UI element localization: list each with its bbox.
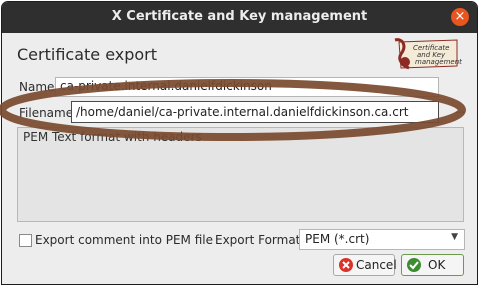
filename-label: Filename [19, 106, 74, 120]
dialog-window: X Certificate and Key management × Certi… [1, 1, 478, 285]
logo-line-3: management [415, 58, 462, 66]
name-field[interactable]: ca-private.internal.danielfdickinson [55, 77, 439, 97]
export-format-value: PEM (*.crt) [305, 232, 370, 246]
cancel-icon [339, 258, 353, 272]
filename-field[interactable]: /home/daniel/ca-private.internal.danielf… [71, 101, 439, 123]
cancel-label: Cancel [356, 258, 397, 272]
ok-label: OK [428, 258, 446, 272]
export-format-select[interactable]: PEM (*.crt) ▼ [299, 229, 465, 250]
cancel-button[interactable]: Cancel [333, 254, 397, 276]
title-bar: X Certificate and Key management × [2, 2, 477, 33]
export-comment-label: Export comment into PEM file [35, 233, 213, 247]
window-title: X Certificate and Key management [111, 9, 368, 24]
format-description: PEM Text format with headers [17, 127, 464, 222]
export-format-label: Export Format [215, 233, 301, 247]
chevron-down-icon: ▼ [451, 232, 458, 242]
browse-button[interactable]: ... [451, 103, 469, 125]
dialog-heading: Certificate export [17, 45, 158, 64]
ok-button[interactable]: OK [401, 254, 464, 276]
close-icon[interactable]: × [451, 8, 469, 26]
name-label: Name [19, 80, 55, 94]
app-logo: Certificate and Key management [394, 38, 462, 70]
checkmark-icon [407, 258, 421, 272]
export-comment-checkbox[interactable] [19, 234, 32, 247]
